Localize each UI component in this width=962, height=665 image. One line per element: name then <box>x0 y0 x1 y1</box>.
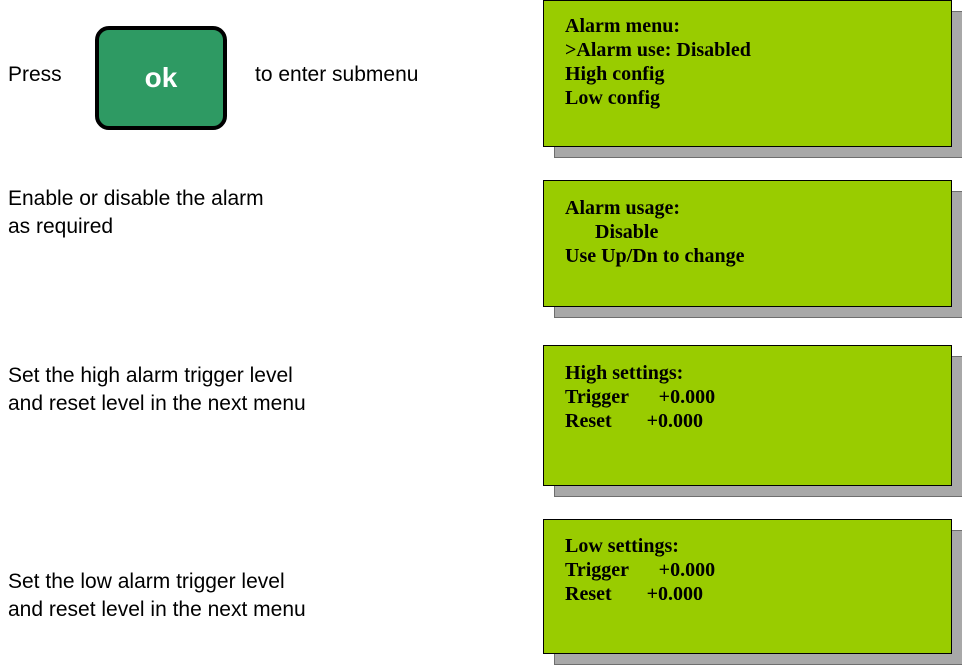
instruction-line: Set the low alarm trigger level <box>8 570 285 593</box>
instruction-line: as required <box>8 215 114 238</box>
lcd-line: Use Up/Dn to change <box>565 245 745 267</box>
enter-submenu-label: to enter submenu <box>255 63 419 86</box>
lcd-line: Alarm usage: <box>565 197 680 219</box>
ok-button[interactable]: ok <box>95 26 227 130</box>
press-label: Press <box>8 63 62 86</box>
lcd-line: Disable <box>565 221 659 243</box>
step4-instruction: Set the low alarm trigger level and rese… <box>8 568 306 624</box>
lcd-screen: Alarm menu: >Alarm use: Disabled High co… <box>543 0 952 147</box>
lcd-alarm-menu: Alarm menu: >Alarm use: Disabled High co… <box>543 0 962 158</box>
lcd-line: >Alarm use: Disabled <box>565 39 751 61</box>
lcd-high-settings: High settings: Trigger +0.000 Reset +0.0… <box>543 345 962 497</box>
lcd-screen: High settings: Trigger +0.000 Reset +0.0… <box>543 345 952 486</box>
lcd-line: Alarm menu: <box>565 15 680 37</box>
lcd-low-settings: Low settings: Trigger +0.000 Reset +0.00… <box>543 519 962 665</box>
lcd-line: Reset +0.000 <box>565 410 704 432</box>
lcd-line: Low config <box>565 87 660 109</box>
lcd-screen: Alarm usage: Disable Use Up/Dn to change <box>543 180 952 307</box>
instruction-line: Enable or disable the alarm <box>8 187 264 210</box>
instruction-line: Set the high alarm trigger level <box>8 364 293 387</box>
lcd-line: Low settings: <box>565 535 679 557</box>
lcd-line: High config <box>565 63 665 85</box>
instruction-line: and reset level in the next menu <box>8 598 306 621</box>
step3-instruction: Set the high alarm trigger level and res… <box>8 362 306 418</box>
step2-instruction: Enable or disable the alarm as required <box>8 185 264 241</box>
lcd-screen: Low settings: Trigger +0.000 Reset +0.00… <box>543 519 952 654</box>
lcd-line: High settings: <box>565 362 684 384</box>
lcd-alarm-usage: Alarm usage: Disable Use Up/Dn to change <box>543 180 962 318</box>
lcd-line: Trigger +0.000 <box>565 559 716 581</box>
lcd-line: Reset +0.000 <box>565 583 704 605</box>
lcd-line: Trigger +0.000 <box>565 386 716 408</box>
instruction-line: and reset level in the next menu <box>8 392 306 415</box>
